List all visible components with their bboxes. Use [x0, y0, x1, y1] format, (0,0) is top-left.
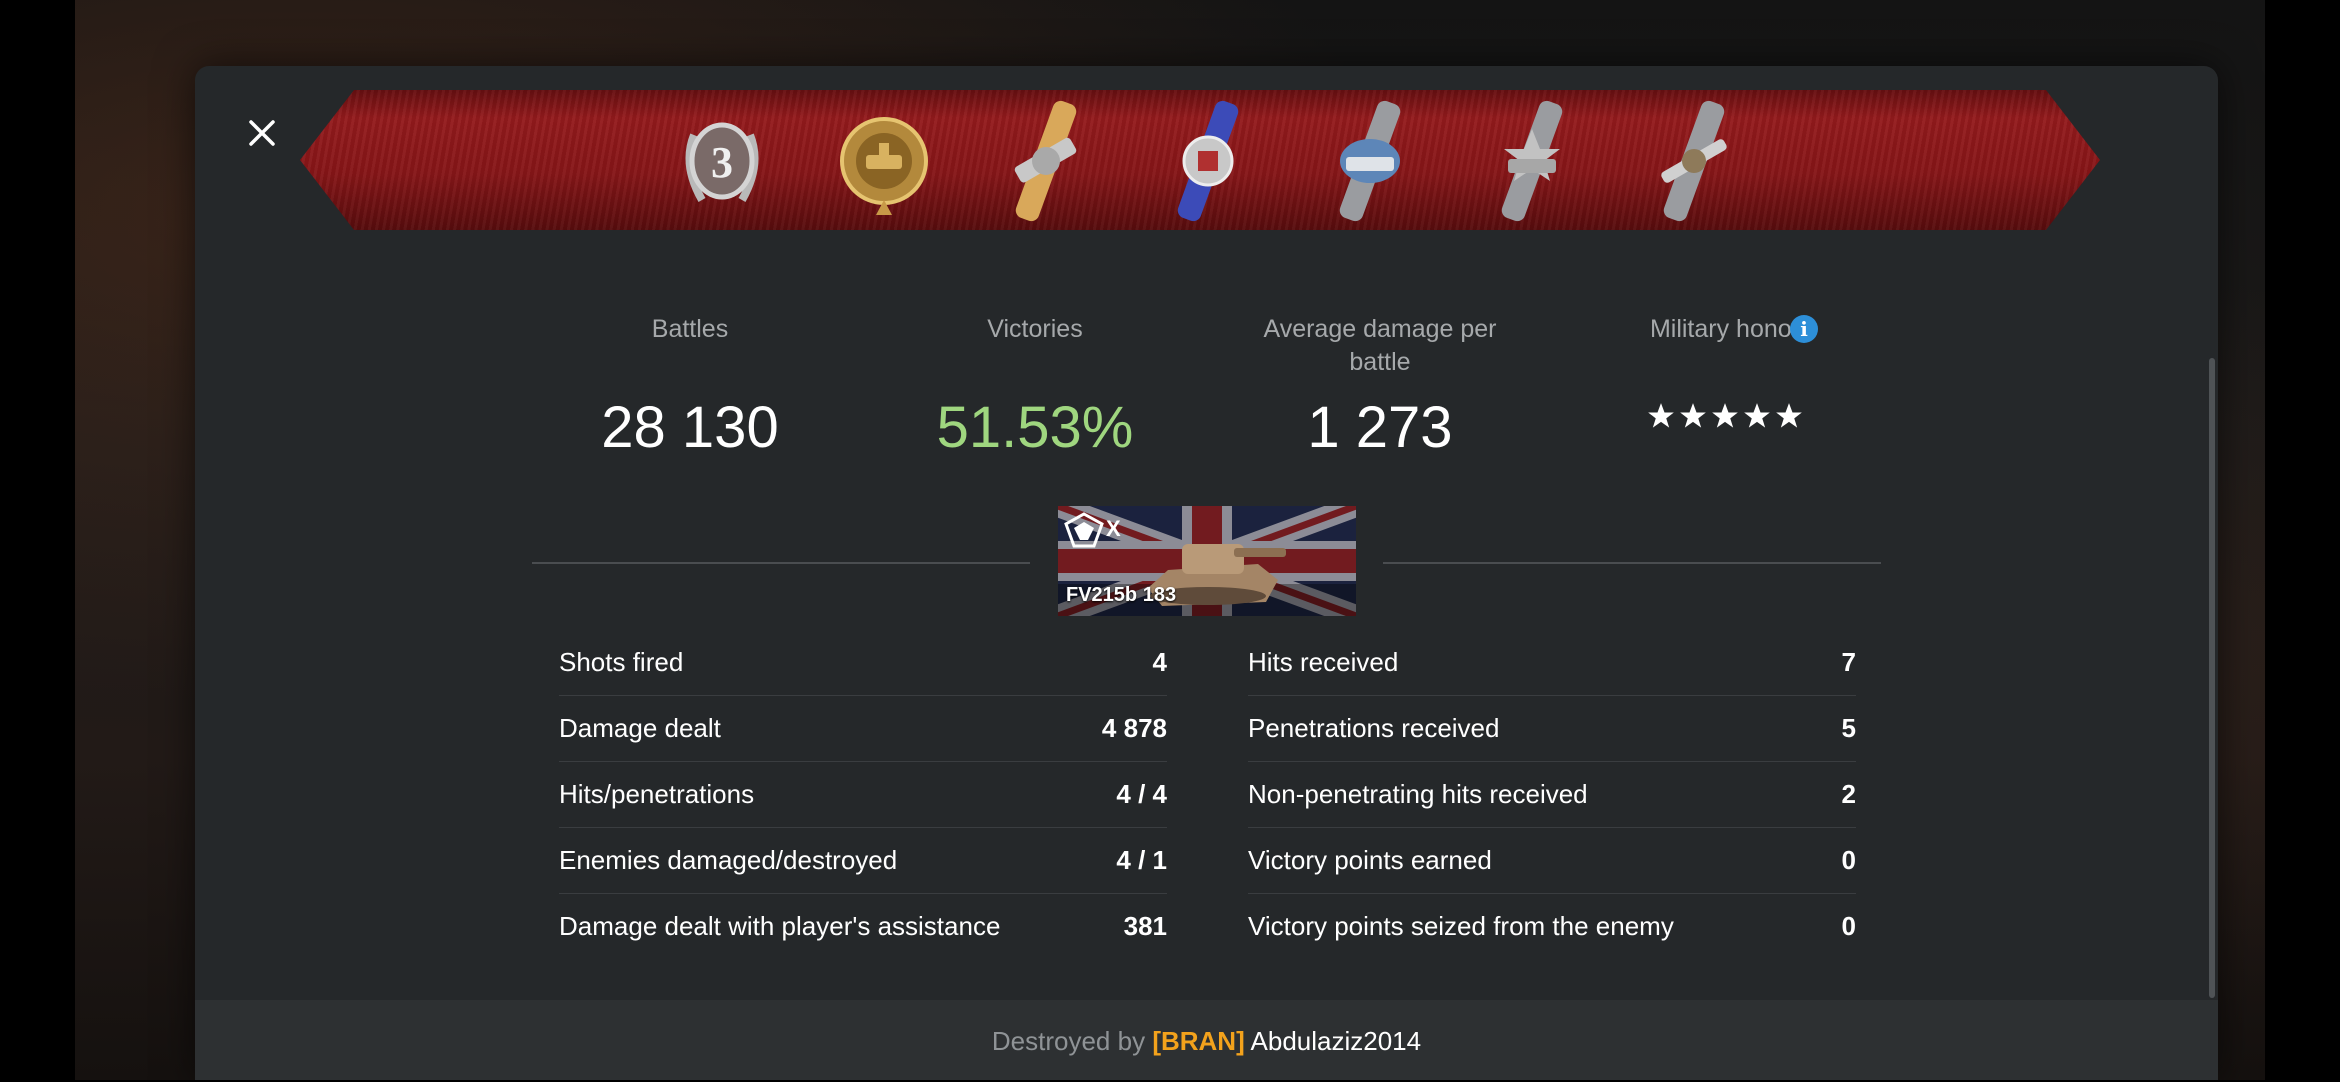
stat-row-value: 4 [1152, 647, 1167, 677]
tank-expert-medal-icon[interactable] [834, 95, 934, 227]
avg-damage-label: Average damage per battle [1230, 313, 1530, 379]
stat-row-value: 0 [1841, 845, 1856, 875]
stat-row: Victory points earned 0 [1248, 827, 1856, 894]
tank-tier: X [1106, 516, 1121, 541]
mastery-badge-3-icon[interactable]: 3 [672, 95, 772, 227]
military-honor-stars [1600, 402, 1850, 446]
close-icon[interactable] [243, 114, 281, 152]
info-icon[interactable]: i [1790, 315, 1818, 343]
stat-row-value: 2 [1841, 779, 1856, 809]
honor-star-icon [1712, 403, 1738, 428]
stat-row-label: Victory points earned [1248, 845, 1492, 875]
stat-row-value: 7 [1841, 647, 1856, 677]
stat-row-label: Non-penetrating hits received [1248, 779, 1588, 809]
victories-value: 51.53% [936, 395, 1134, 460]
tank-card[interactable]: X FV215b 183 [1058, 506, 1356, 616]
stat-row: Non-penetrating hits received 2 [1248, 761, 1856, 828]
military-honor-label: Military honor [1649, 315, 1800, 343]
stat-row-label: Enemies damaged/destroyed [559, 845, 898, 875]
battles-label: Battles [651, 315, 729, 343]
stat-row-label: Penetrations received [1248, 713, 1500, 743]
stat-row-value: 4 878 [1101, 713, 1167, 743]
honor-star-icon [1776, 403, 1802, 428]
divider-left [532, 562, 1030, 564]
stat-row-value: 4 / 4 [1116, 779, 1167, 809]
stat-row-label: Hits/penetrations [559, 779, 755, 809]
killer-player-name[interactable]: Abdulaziz2014 [1251, 1026, 1422, 1056]
avg-damage-label-line1: Average damage per [1263, 315, 1497, 343]
destroyed-by-footer: Destroyed by [BRAN] Abdulaziz2014 [195, 1000, 2218, 1080]
svg-text:3: 3 [711, 138, 733, 187]
gun-ribbon-medal-icon[interactable] [996, 95, 1096, 227]
stat-row-value: 381 [1123, 911, 1167, 941]
stat-row: Hits/penetrations 4 / 4 [559, 761, 1167, 828]
stat-row-value: 5 [1841, 713, 1856, 743]
top-gun-medal-icon[interactable] [1482, 95, 1582, 227]
stat-row: Damage dealt with player's assistance 381 [559, 893, 1167, 959]
honor-star-icon [1744, 403, 1770, 428]
avg-damage-value: 1 273 [1307, 395, 1453, 460]
tank-name: FV215b 183 [1066, 584, 1177, 606]
avg-damage-label-line2: battle [1349, 348, 1411, 376]
stat-row: Hits received 7 [1248, 629, 1856, 696]
battles-value: 28 130 [601, 395, 779, 460]
honor-star-icon [1680, 403, 1706, 428]
honor-star-icon [1648, 403, 1674, 428]
killer-clan-tag[interactable]: [BRAN] [1152, 1026, 1244, 1056]
stat-row-label: Victory points seized from the enemy [1248, 911, 1674, 941]
stat-row-value: 4 / 1 [1116, 845, 1167, 875]
victories-label: Victories [987, 315, 1083, 343]
warrior-medal-icon[interactable] [1320, 95, 1420, 227]
stat-row-label: Shots fired [559, 647, 684, 677]
stat-row: Enemies damaged/destroyed 4 / 1 [559, 827, 1167, 894]
scrollbar[interactable] [2209, 358, 2215, 998]
stat-row-label: Damage dealt [559, 713, 721, 743]
divider-right [1383, 562, 1881, 564]
stat-row: Damage dealt 4 878 [559, 695, 1167, 762]
sniper-medal-icon[interactable] [1644, 95, 1744, 227]
defender-medal-icon[interactable] [1158, 95, 1258, 227]
stat-row-label: Hits received [1248, 647, 1399, 677]
stat-row-value: 0 [1841, 911, 1856, 941]
stat-row: Shots fired 4 [559, 629, 1167, 696]
stat-row: Victory points seized from the enemy 0 [1248, 893, 1856, 959]
stat-row: Penetrations received 5 [1248, 695, 1856, 762]
premium-account-icon [1064, 512, 1104, 548]
destroyed-by-label: Destroyed by [991, 1026, 1146, 1056]
stat-row-label: Damage dealt with player's assistance [559, 911, 1001, 941]
